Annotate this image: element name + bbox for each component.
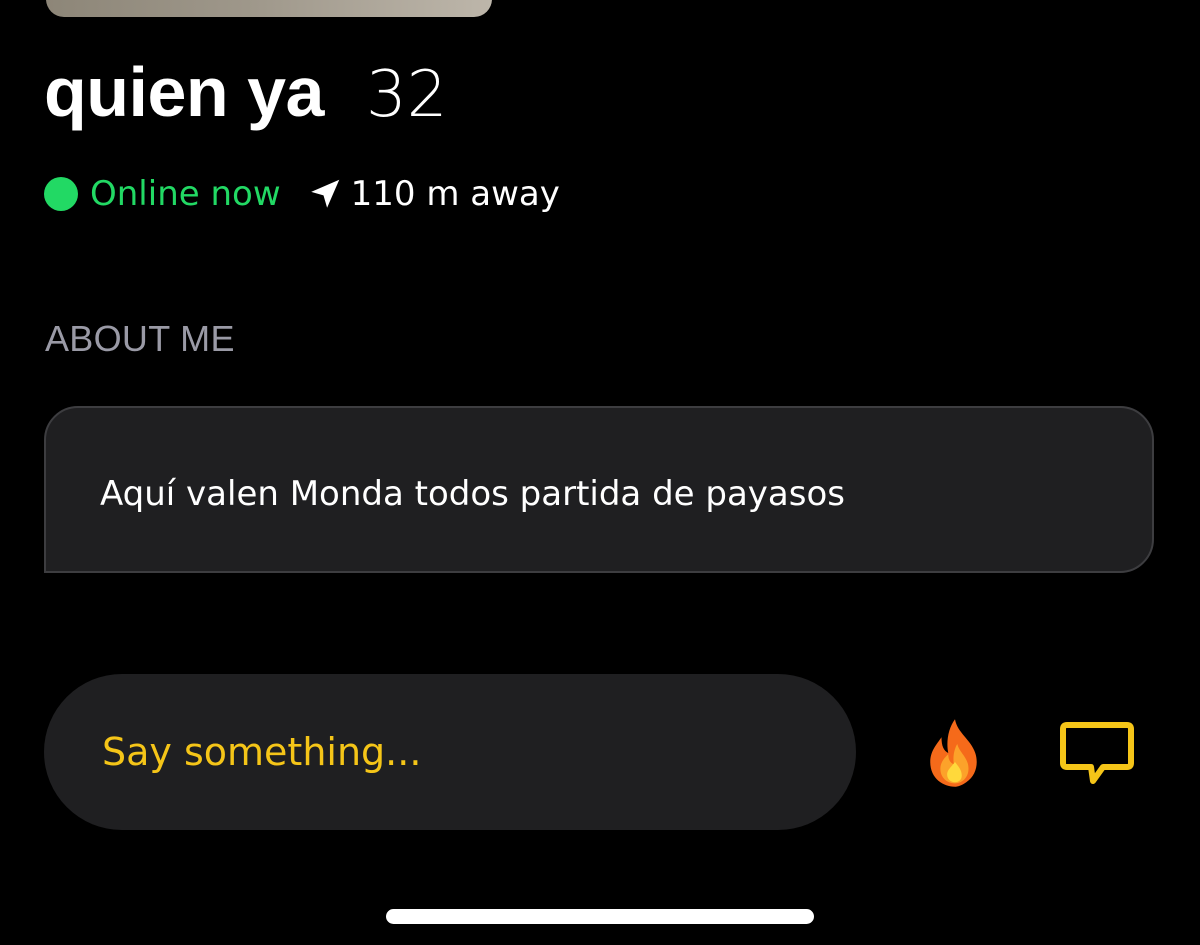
profile-name: quien ya [44, 53, 324, 131]
location-arrow-icon [307, 176, 343, 212]
about-me-heading: ABOUT ME [45, 318, 235, 359]
fire-icon [930, 719, 977, 787]
chat-button[interactable] [1054, 716, 1140, 796]
profile-photo[interactable] [46, 0, 492, 17]
profile-header: quien ya 32 [44, 52, 447, 132]
distance: 110 m away [350, 174, 560, 214]
about-me-text: Aquí valen Monda todos partida de payaso… [100, 474, 845, 514]
profile-age: 32 [365, 58, 448, 132]
online-status: Online now [90, 174, 281, 214]
home-indicator[interactable] [386, 909, 814, 924]
chat-bubble-icon [1060, 722, 1134, 784]
about-me-card: Aquí valen Monda todos partida de payaso… [44, 406, 1154, 573]
message-input[interactable]: Say something... [44, 674, 856, 830]
message-placeholder: Say something... [102, 730, 422, 774]
online-indicator [44, 177, 78, 211]
fire-button[interactable] [914, 712, 996, 794]
status-row: Online now 110 m away [44, 172, 560, 216]
